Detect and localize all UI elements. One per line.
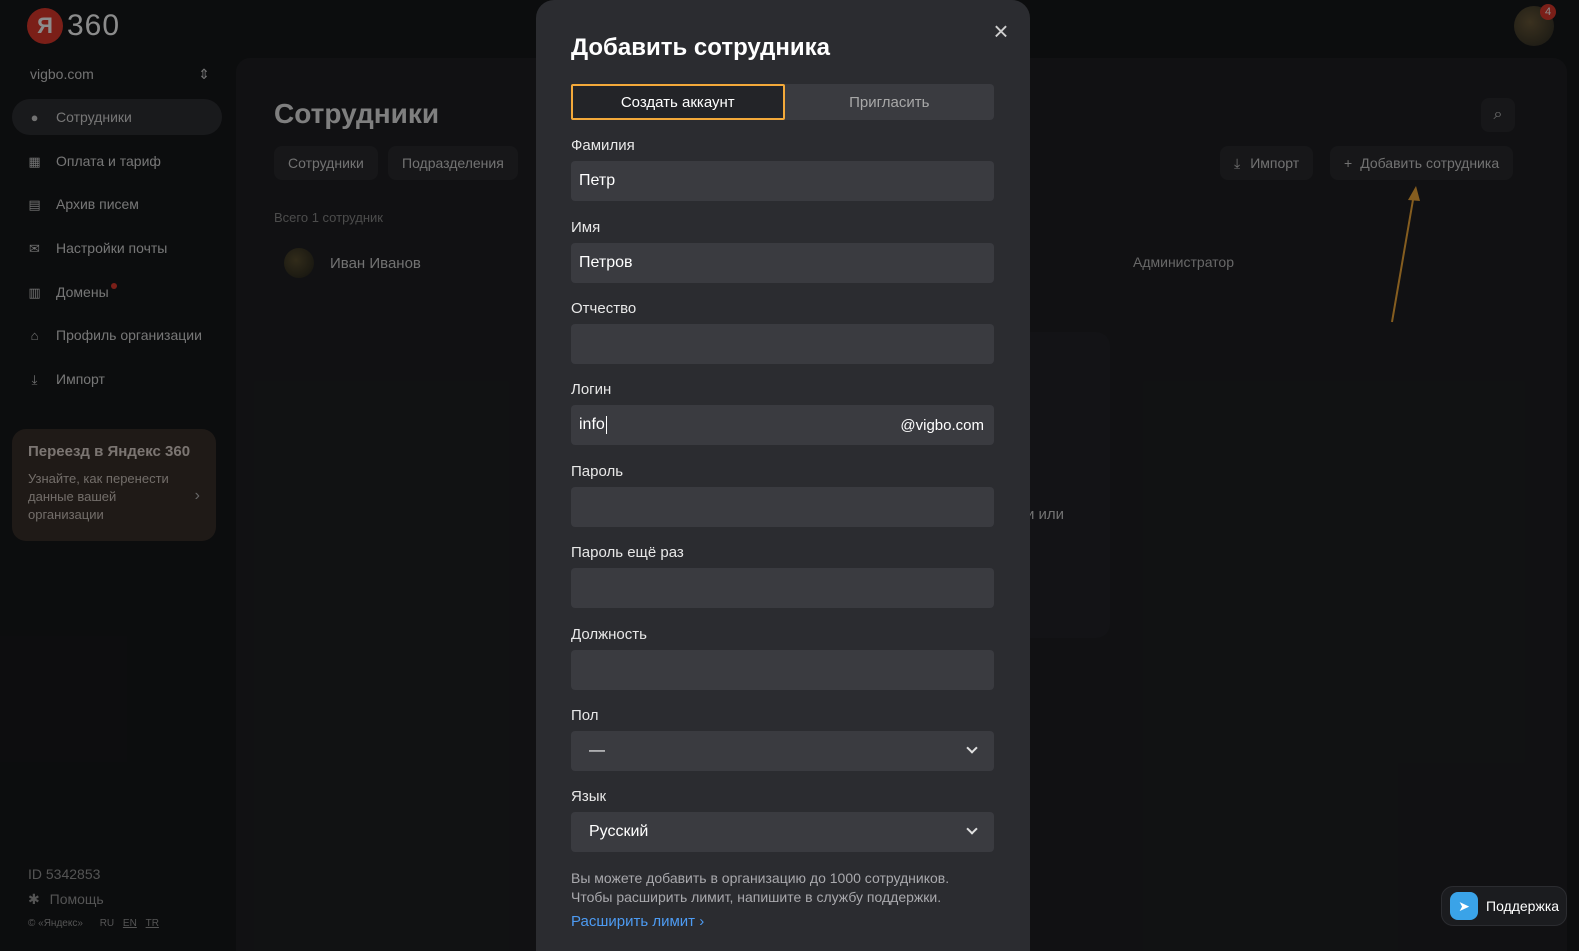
login-label: Логин [571, 381, 612, 398]
gender-select[interactable]: — [571, 731, 994, 771]
first-name-label: Имя [571, 219, 601, 236]
mode-tabs: Создать аккаунт Пригласить [571, 84, 994, 120]
language-select[interactable]: Русский [571, 812, 994, 852]
password-repeat-field[interactable] [571, 568, 994, 608]
password-field[interactable] [571, 487, 994, 527]
middle-name-label: Отчество [571, 300, 637, 317]
chevron-right-icon: › [699, 913, 705, 930]
tab-create-account[interactable]: Создать аккаунт [571, 84, 785, 120]
limit-note: Вы можете добавить в организацию до 1000… [571, 870, 950, 905]
tab-invite[interactable]: Пригласить [785, 84, 995, 120]
login-value: info [579, 416, 605, 433]
gender-value: — [589, 742, 605, 759]
password-label: Пароль [571, 463, 624, 480]
last-name-label: Фамилия [571, 137, 635, 154]
chevron-down-icon [966, 742, 978, 754]
language-value: Русский [589, 823, 649, 840]
extend-limit-label: Расширить лимит [571, 913, 696, 930]
support-button[interactable]: ➤ Поддержка [1441, 886, 1567, 926]
position-label: Должность [571, 626, 647, 643]
first-name-field[interactable]: Петров [571, 243, 994, 283]
position-field[interactable] [571, 650, 994, 690]
last-name-field[interactable]: Петр [571, 161, 994, 201]
send-icon: ➤ [1450, 892, 1478, 920]
close-icon[interactable]: × [990, 18, 1012, 44]
gender-label: Пол [571, 707, 599, 724]
text-caret [605, 416, 607, 434]
extend-limit-link[interactable]: Расширить лимит › [571, 913, 704, 930]
login-field[interactable]: info @vigbo.com [571, 405, 994, 445]
login-domain-suffix: @vigbo.com [900, 416, 984, 434]
add-employee-dialog: Добавить сотрудника × Создать аккаунт Пр… [536, 0, 1030, 951]
middle-name-field[interactable] [571, 324, 994, 364]
language-label: Язык [571, 788, 607, 805]
first-name-value: Петров [579, 254, 633, 271]
last-name-value: Петр [579, 172, 616, 189]
support-label: Поддержка [1486, 898, 1560, 914]
dialog-title: Добавить сотрудника [571, 34, 831, 61]
password-repeat-label: Пароль ещё раз [571, 544, 684, 561]
chevron-down-icon [966, 823, 978, 835]
